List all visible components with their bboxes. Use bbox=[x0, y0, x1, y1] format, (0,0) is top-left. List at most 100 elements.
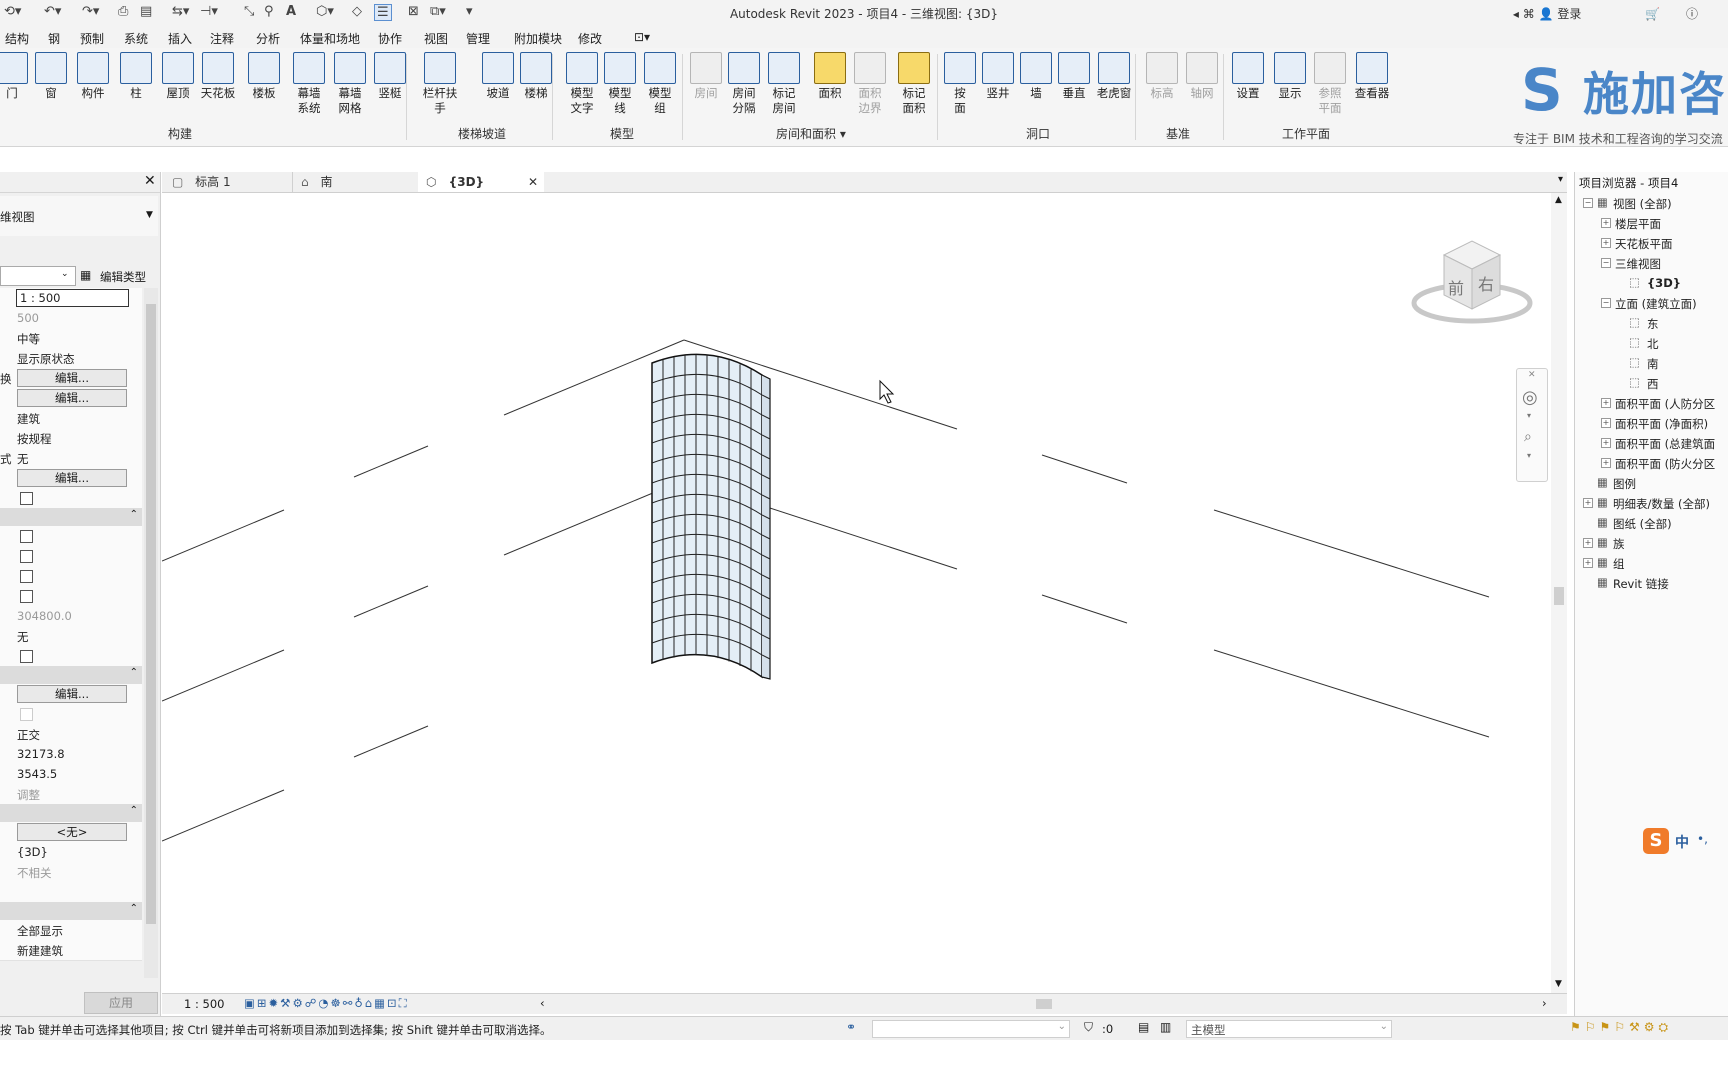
scroll-thumb[interactable] bbox=[146, 304, 156, 924]
expand-icon[interactable]: + bbox=[1583, 498, 1593, 508]
collapse-icon[interactable]: − bbox=[1601, 298, 1611, 308]
collapse-icon[interactable]: ⌃ bbox=[130, 509, 138, 520]
tab-7[interactable]: 体量和场地 bbox=[300, 30, 360, 47]
build-button-2[interactable]: 构件 bbox=[73, 52, 113, 101]
contextual-tab-icon[interactable]: ⊡▾ bbox=[634, 30, 650, 44]
help-icon[interactable]: ⓘ bbox=[1686, 7, 1698, 21]
ime-language[interactable]: 中 bbox=[1675, 832, 1689, 852]
login-link[interactable]: 登录 bbox=[1557, 7, 1581, 21]
property-checkbox[interactable] bbox=[20, 530, 33, 543]
property-checkbox[interactable] bbox=[20, 492, 33, 505]
browser-item[interactable]: 组 bbox=[1613, 556, 1625, 572]
edit-button[interactable]: 编辑... bbox=[17, 685, 127, 703]
expand-icon[interactable]: + bbox=[1601, 418, 1611, 428]
view-control-icons[interactable]: ▣⊞✹⚒⚙☍◔☸⚯♁⌂▦⊡⛶ bbox=[244, 996, 409, 1011]
tab-menu-icon[interactable]: ▾ bbox=[1558, 174, 1563, 185]
property-checkbox[interactable] bbox=[20, 550, 33, 563]
property-checkbox[interactable] bbox=[20, 590, 33, 603]
instance-filter-dropdown[interactable]: ⌄ bbox=[0, 266, 76, 286]
property-checkbox[interactable] bbox=[20, 570, 33, 583]
zoom-icon[interactable]: ⌕ bbox=[1524, 429, 1532, 445]
tab-2[interactable]: 预制 bbox=[80, 30, 104, 47]
property-group-header[interactable]: ⌃ bbox=[0, 508, 142, 526]
stair-button-2[interactable]: 楼梯 bbox=[516, 52, 556, 101]
drawing-area[interactable]: 前 右 ✕ ◎ ▾ ⌕ ▾ ▲ ▼ bbox=[162, 193, 1567, 993]
build-button-5[interactable]: 天花板 bbox=[198, 52, 238, 101]
browser-item[interactable]: 明细表/数量 (全部) bbox=[1613, 496, 1710, 512]
browser-item[interactable]: 三维视图 bbox=[1615, 256, 1661, 272]
editable-only-icon[interactable]: ▤ bbox=[1138, 1020, 1149, 1034]
property-value[interactable]: 无 bbox=[17, 629, 29, 645]
property-value[interactable]: 新建建筑 bbox=[17, 943, 63, 959]
panel-label-room[interactable]: 房间和面积 ▾ bbox=[776, 125, 846, 142]
property-checkbox[interactable] bbox=[20, 708, 33, 721]
model-button-2[interactable]: 模型组 bbox=[640, 52, 680, 116]
property-group-header[interactable]: ⌃ bbox=[0, 666, 142, 684]
room-button-1[interactable]: 房间 分隔 bbox=[724, 52, 764, 116]
expand-icon[interactable]: + bbox=[1601, 238, 1611, 248]
property-checkbox[interactable] bbox=[20, 650, 33, 663]
tab-10[interactable]: 管理 bbox=[466, 30, 490, 47]
browser-item[interactable]: {3D} bbox=[1647, 276, 1681, 290]
tab-11[interactable]: 附加模块 bbox=[514, 30, 562, 47]
stair-button-0[interactable]: 栏杆扶手 bbox=[420, 52, 460, 116]
tab-0[interactable]: 结构 bbox=[5, 30, 29, 47]
browser-item[interactable]: 面积平面 (净面积) bbox=[1615, 416, 1708, 432]
ime-punct-icon[interactable]: •, bbox=[1697, 832, 1708, 846]
edit-button[interactable]: <无> bbox=[17, 823, 127, 841]
tab-4[interactable]: 插入 bbox=[168, 30, 192, 47]
stair-button-1[interactable]: 坡道 bbox=[478, 52, 518, 101]
ime-indicator[interactable]: S 中 •, bbox=[1643, 828, 1728, 858]
room-button-3[interactable]: 面积 bbox=[810, 52, 850, 101]
worksets-icon[interactable]: ⚭ bbox=[846, 1020, 856, 1034]
selection-filter-icons[interactable]: ⚑⚐⚑⚐⚒⚙⛭ bbox=[1570, 1020, 1672, 1035]
property-value[interactable]: 按规程 bbox=[17, 431, 52, 447]
build-button-9[interactable]: 竖梃 bbox=[370, 52, 410, 101]
close-icon[interactable]: ✕ bbox=[144, 173, 156, 189]
tab-3d[interactable]: ⬡ {3D} ✕ bbox=[418, 172, 544, 192]
browser-item[interactable]: 图例 bbox=[1613, 476, 1636, 492]
browser-item[interactable]: 面积平面 (总建筑面 bbox=[1615, 436, 1715, 452]
tab-5[interactable]: 注释 bbox=[210, 30, 234, 47]
type-selector[interactable]: 维视图 ▼ bbox=[0, 196, 158, 236]
property-value[interactable]: {3D} bbox=[17, 845, 48, 859]
collapse-icon[interactable]: ⌃ bbox=[130, 805, 138, 816]
edit-button[interactable]: 编辑... bbox=[17, 369, 127, 387]
property-value[interactable]: 3543.5 bbox=[17, 767, 57, 781]
collapse-icon[interactable]: ⌃ bbox=[130, 667, 138, 678]
collapse-icon[interactable]: ⌃ bbox=[130, 903, 138, 914]
curtain-wall[interactable] bbox=[651, 353, 771, 680]
scale-input[interactable]: 1 : 500 bbox=[16, 289, 129, 307]
browser-item[interactable]: 南 bbox=[1647, 356, 1659, 372]
property-value[interactable]: 建筑 bbox=[17, 411, 40, 427]
browser-item[interactable]: 楼层平面 bbox=[1615, 216, 1661, 232]
edit-button[interactable]: 编辑... bbox=[17, 389, 127, 407]
properties-scrollbar[interactable] bbox=[144, 288, 158, 978]
scroll-down-icon[interactable]: ▼ bbox=[1555, 979, 1562, 989]
build-button-1[interactable]: 窗 bbox=[31, 52, 71, 101]
room-button-4[interactable]: 面积 边界 bbox=[850, 52, 890, 116]
design-option-dropdown[interactable]: 主模型 ⌄ bbox=[1186, 1020, 1392, 1038]
steering-wheel-icon[interactable]: ◎ bbox=[1522, 387, 1538, 408]
tab-south[interactable]: ⌂ 南 bbox=[292, 172, 418, 192]
expand-icon[interactable]: + bbox=[1601, 218, 1611, 228]
edit-type-button[interactable]: ▦ 编辑类型 bbox=[80, 267, 158, 285]
chevron-down-icon[interactable]: ▼ bbox=[146, 210, 153, 220]
build-button-8[interactable]: 幕墙 网格 bbox=[330, 52, 370, 116]
expand-icon[interactable]: + bbox=[1583, 538, 1593, 548]
apply-button[interactable]: 应用 bbox=[84, 992, 158, 1014]
viewcube-front-face[interactable]: 前 bbox=[1448, 275, 1464, 299]
build-button-7[interactable]: 幕墙 系统 bbox=[289, 52, 329, 116]
viewcube[interactable]: 前 右 bbox=[1402, 227, 1542, 337]
property-value[interactable]: 正交 bbox=[17, 727, 40, 743]
sogou-s-icon[interactable]: S bbox=[1643, 828, 1669, 854]
scroll-up-icon[interactable]: ▲ bbox=[1555, 195, 1562, 205]
browser-item[interactable]: 东 bbox=[1647, 316, 1659, 332]
datum-button-0[interactable]: 标高 bbox=[1142, 52, 1182, 101]
expand-icon[interactable]: + bbox=[1601, 438, 1611, 448]
workset-dropdown[interactable]: ⌄ bbox=[872, 1020, 1070, 1038]
property-value[interactable]: 调整 bbox=[17, 787, 40, 803]
property-value[interactable]: 中等 bbox=[17, 331, 40, 347]
tab-8[interactable]: 协作 bbox=[378, 30, 402, 47]
build-button-0[interactable]: 门 bbox=[0, 52, 32, 101]
